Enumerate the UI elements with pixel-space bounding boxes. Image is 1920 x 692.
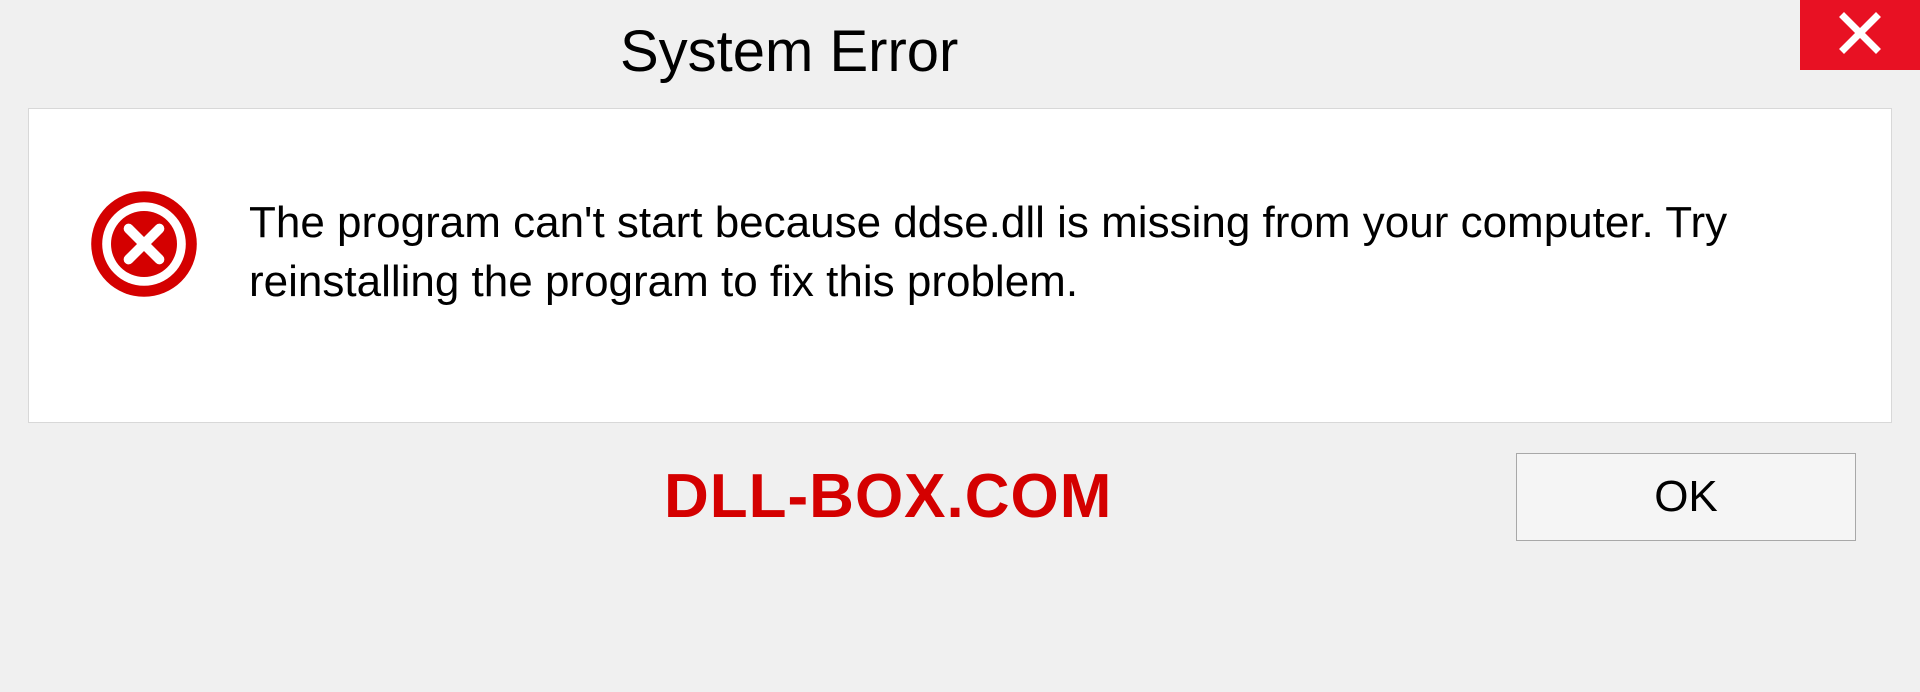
error-dialog-window: System Error The program can't start bec… [0, 0, 1920, 692]
title-bar: System Error [0, 0, 1920, 100]
dialog-title: System Error [620, 0, 958, 85]
footer-bar: DLL-BOX.COM OK [0, 423, 1920, 541]
error-message: The program can't start because ddse.dll… [249, 189, 1831, 312]
ok-button[interactable]: OK [1516, 453, 1856, 541]
content-panel: The program can't start because ddse.dll… [28, 108, 1892, 423]
close-button[interactable] [1800, 0, 1920, 70]
close-icon [1836, 9, 1884, 62]
brand-watermark: DLL-BOX.COM [664, 461, 1112, 532]
error-icon [89, 189, 199, 299]
